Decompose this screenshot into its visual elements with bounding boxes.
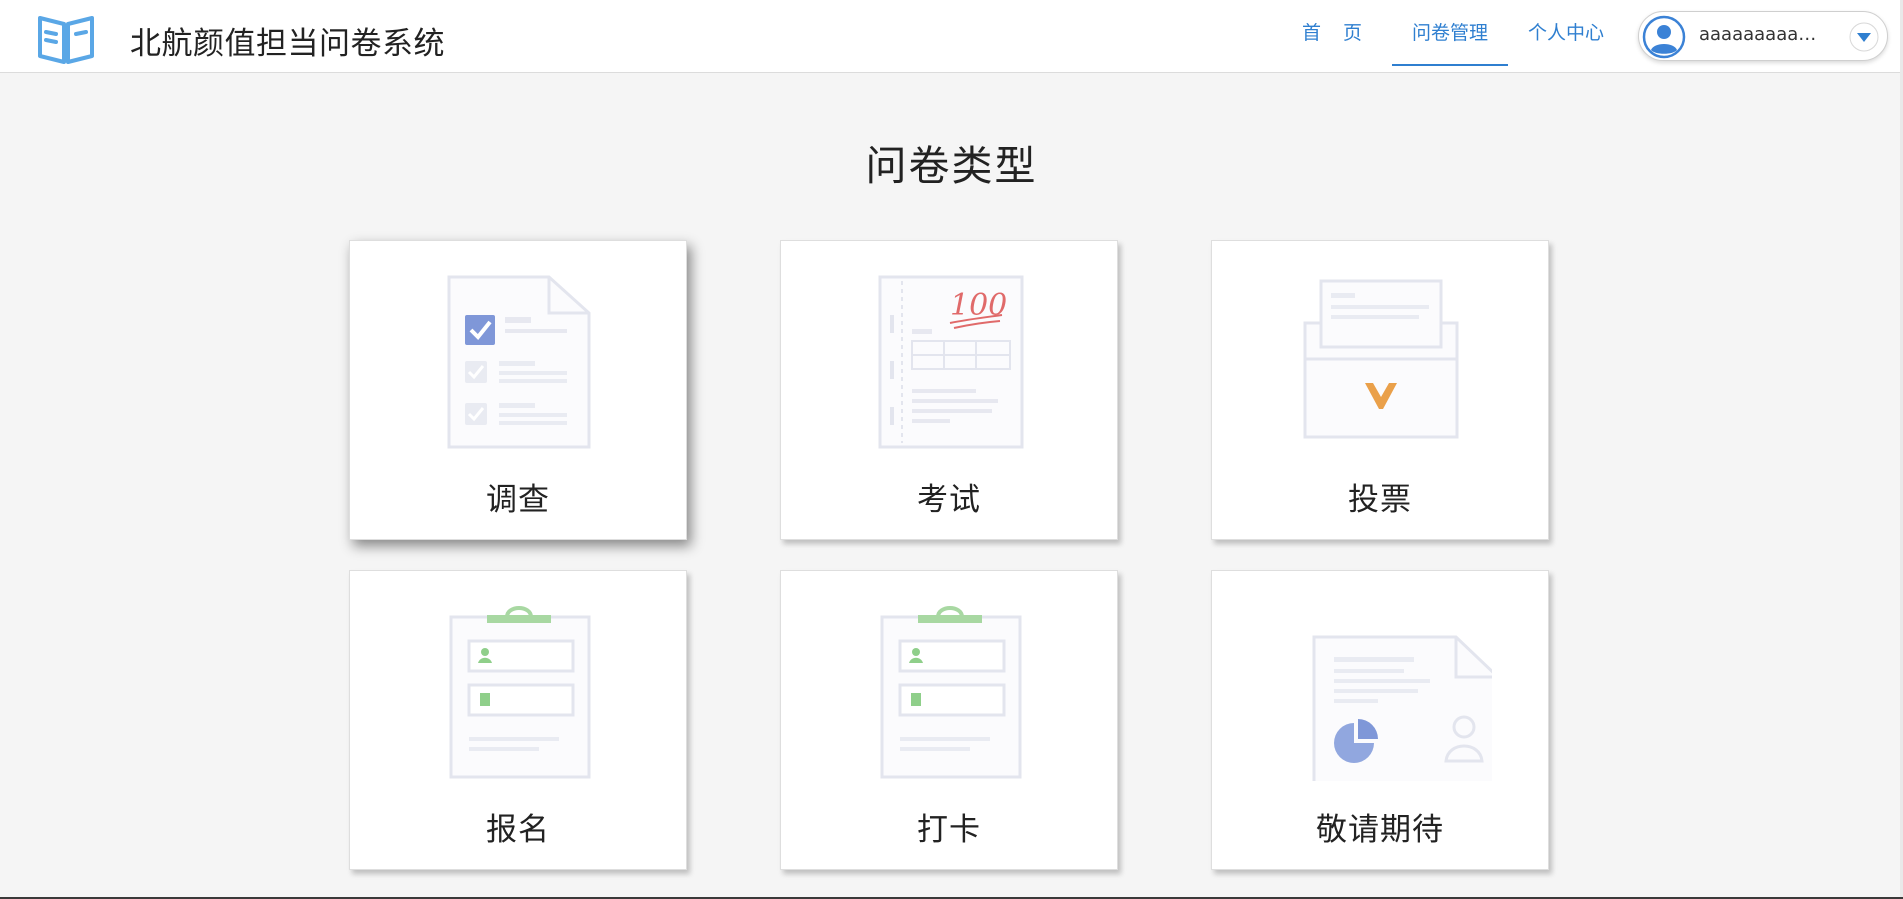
card-vote[interactable]: 投票 bbox=[1211, 240, 1549, 540]
card-signup[interactable]: 报名 bbox=[349, 570, 687, 870]
nav-home[interactable]: 首 页 bbox=[1300, 0, 1372, 64]
nav-questionnaire-management[interactable]: 问卷管理 bbox=[1392, 0, 1508, 66]
user-avatar-icon bbox=[1642, 15, 1686, 59]
user-menu[interactable]: aaaaaaaaaa... bbox=[1638, 11, 1888, 61]
coming-soon-document-icon bbox=[1312, 635, 1492, 781]
card-label: 调查 bbox=[486, 482, 550, 518]
nav-personal-center[interactable]: 个人中心 bbox=[1520, 0, 1612, 64]
card-label: 投票 bbox=[1348, 482, 1412, 518]
card-label: 敬请期待 bbox=[1316, 812, 1444, 848]
checkin-clipboard-icon bbox=[880, 606, 1022, 779]
signup-clipboard-icon bbox=[449, 606, 591, 779]
ballot-box-icon bbox=[1303, 279, 1459, 439]
card-coming-soon[interactable]: 敬请期待 bbox=[1211, 570, 1549, 870]
card-checkin[interactable]: 打卡 bbox=[780, 570, 1118, 870]
survey-checklist-icon bbox=[447, 275, 591, 449]
card-exam[interactable]: 100 考试 bbox=[780, 240, 1118, 540]
card-label: 考试 bbox=[917, 482, 981, 518]
exam-paper-icon: 100 bbox=[878, 275, 1024, 449]
chevron-down-icon[interactable] bbox=[1849, 22, 1879, 52]
book-icon[interactable] bbox=[36, 10, 96, 66]
card-label: 报名 bbox=[486, 812, 550, 848]
card-label: 打卡 bbox=[917, 812, 981, 848]
username: aaaaaaaaaa... bbox=[1699, 24, 1823, 45]
page-heading: 问卷类型 bbox=[865, 142, 1038, 190]
app-title: 北航颜值担当问卷系统 bbox=[130, 26, 445, 62]
card-survey[interactable]: 调查 bbox=[349, 240, 687, 540]
top-header: 北航颜值担当问卷系统 首 页 问卷管理 个人中心 aaaaaaaaaa... bbox=[0, 0, 1903, 73]
